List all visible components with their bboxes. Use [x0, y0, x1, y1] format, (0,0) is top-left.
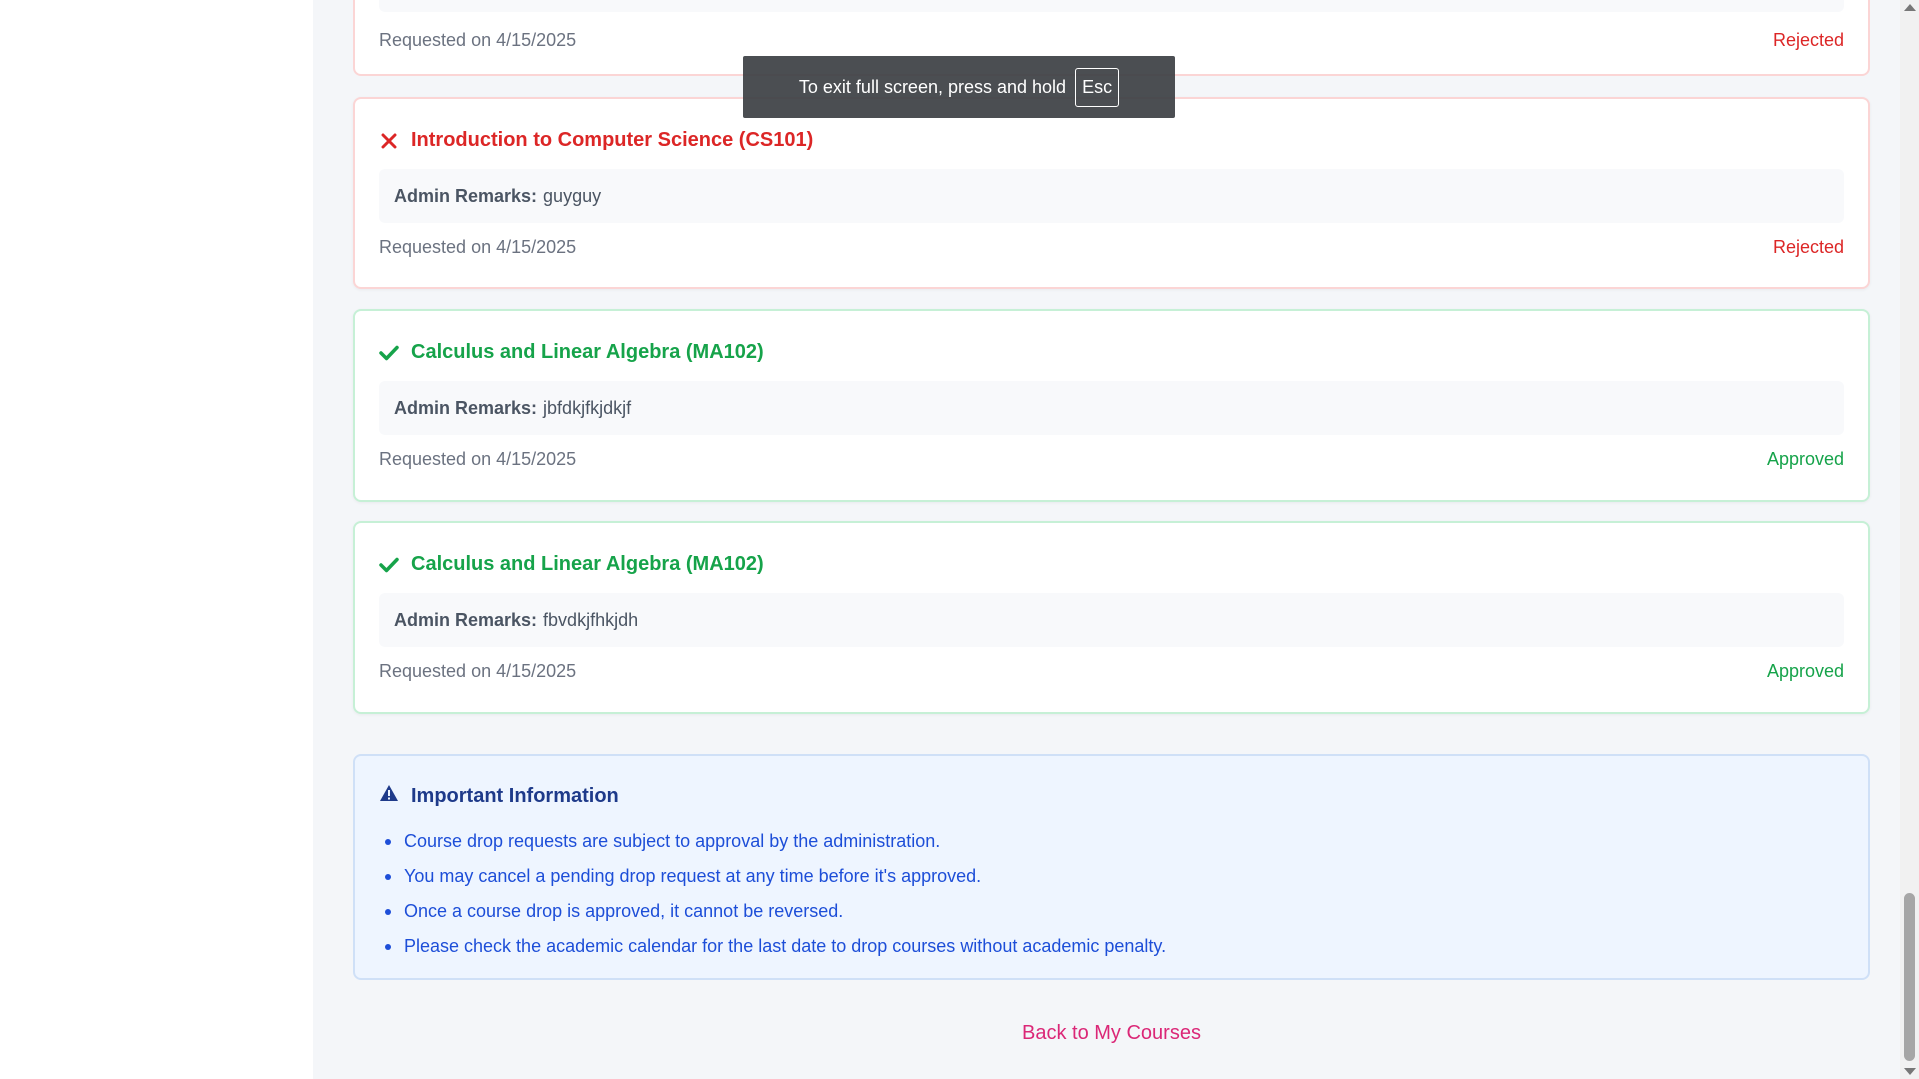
important-info-box: Important Information Course drop reques…: [353, 754, 1870, 980]
request-footer: Requested on 4/15/2025 Approved: [379, 661, 1844, 682]
request-footer: Requested on 4/15/2025 Rejected: [379, 30, 1844, 51]
status-label: Approved: [1766, 449, 1844, 469]
requested-date: Requested on 4/15/2025: [379, 237, 577, 257]
remarks-label: Admin Remarks:: [394, 609, 538, 630]
info-item: You may cancel a pending drop request at…: [379, 859, 1166, 894]
drop-request-card: Introduction to Computer Science (CS101)…: [353, 97, 1870, 289]
fullscreen-exit-toast: To exit full screen, press and hold Esc: [743, 56, 1175, 118]
scroll-down-arrow-icon[interactable]: [1904, 1068, 1916, 1075]
warning-icon: [379, 784, 399, 808]
scrollbar-thumb[interactable]: [1904, 893, 1915, 1061]
info-item: Course drop requests are subject to appr…: [379, 824, 1166, 859]
scroll-up-arrow-icon[interactable]: [1904, 4, 1916, 11]
check-icon: [379, 343, 399, 363]
remarks-text: fbvdkjfhkjdh: [543, 609, 639, 630]
requested-date: Requested on 4/15/2025: [379, 661, 577, 681]
x-icon: [379, 131, 399, 151]
drop-request-card: Calculus and Linear Algebra (MA102) Admi…: [353, 309, 1870, 502]
status-label: Rejected: [1772, 30, 1844, 50]
vertical-scrollbar[interactable]: [1900, 0, 1919, 1079]
remarks-box: Admin Remarks: guyguy: [379, 169, 1844, 223]
info-heading: Important Information: [411, 784, 619, 807]
course-name: Calculus and Linear Algebra (MA102): [411, 553, 764, 575]
request-footer: Requested on 4/15/2025 Rejected: [379, 237, 1844, 258]
remarks-label: Admin Remarks:: [394, 397, 538, 418]
course-name: Calculus and Linear Algebra (MA102): [411, 341, 764, 363]
course-name: Introduction to Computer Science (CS101): [411, 129, 814, 151]
main-content: Requested on 4/15/2025 Rejected Introduc…: [313, 0, 1900, 1079]
esc-key-badge: Esc: [1075, 67, 1120, 107]
info-list: Course drop requests are subject to appr…: [379, 824, 1166, 964]
requested-date: Requested on 4/15/2025: [379, 449, 577, 469]
status-label: Approved: [1766, 661, 1844, 681]
remarks-label: Admin Remarks:: [394, 185, 538, 206]
check-icon: [379, 555, 399, 575]
info-item: Please check the academic calendar for t…: [379, 929, 1166, 964]
info-item: Once a course drop is approved, it canno…: [379, 894, 1166, 929]
back-to-my-courses-link[interactable]: Back to My Courses: [353, 1022, 1870, 1045]
remarks-box: Admin Remarks: jbfdkjfkjdkjf: [379, 381, 1844, 435]
remarks-text: guyguy: [543, 185, 602, 206]
course-title: Calculus and Linear Algebra (MA102): [379, 553, 764, 576]
drop-request-card: Calculus and Linear Algebra (MA102) Admi…: [353, 521, 1870, 714]
info-title: Important Information: [379, 784, 619, 808]
status-label: Rejected: [1772, 237, 1844, 257]
remarks-box: Admin Remarks: fbvdkjfhkjdh: [379, 593, 1844, 647]
course-title: Introduction to Computer Science (CS101): [379, 129, 813, 152]
remarks-text: jbfdkjfkjdkjf: [543, 397, 632, 418]
sidebar: [0, 0, 314, 1079]
toast-message: To exit full screen, press and hold: [798, 76, 1067, 97]
remarks-box: [379, 0, 1844, 12]
course-title: Calculus and Linear Algebra (MA102): [379, 341, 764, 364]
request-footer: Requested on 4/15/2025 Approved: [379, 449, 1844, 470]
requested-date: Requested on 4/15/2025: [379, 30, 577, 50]
